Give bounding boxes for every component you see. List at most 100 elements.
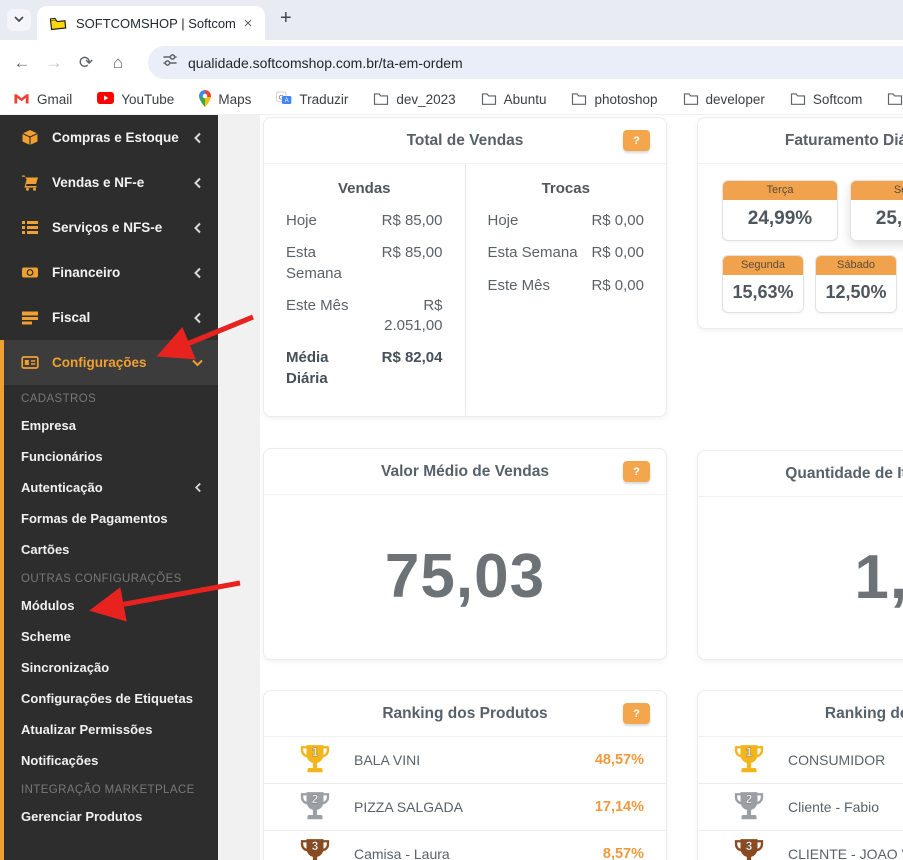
bookmark-folder[interactable]: Abuntu (481, 92, 546, 108)
ranking-name: Cliente - Fabio (788, 799, 880, 815)
sidebar-subitem[interactable]: Empresa (0, 410, 218, 441)
trophy-icon: 1 (300, 745, 330, 773)
ranking-name: CLIENTE - JOAO VITOR (788, 846, 903, 860)
valor-medio-body: 75,03 (264, 495, 666, 658)
ranking-produtos-rows: 1 BALA VINI 48,57% 2 PIZZA SALGADA 17,14… (264, 737, 666, 860)
forward-button[interactable]: → (38, 53, 70, 73)
day-label: Sexta (851, 181, 903, 200)
help-button[interactable]: ? (623, 461, 650, 482)
bookmark-maps[interactable]: Maps (199, 89, 251, 110)
trocas-heading: Trocas (541, 180, 590, 197)
reload-button[interactable]: ⟳ (70, 53, 102, 73)
stat-row: Esta Semana R$ 85,00 (286, 244, 443, 282)
help-button[interactable]: ? (623, 703, 650, 724)
bookmark-translate[interactable]: GA Traduzir (276, 90, 348, 109)
bookmark-gmail[interactable]: Gmail (13, 92, 72, 108)
chevron-left-icon (193, 177, 202, 189)
back-button[interactable]: ← (6, 53, 38, 73)
bookmark-folder[interactable]: Softcom (790, 92, 862, 108)
sidebar-item-configuracoes[interactable]: Configurações (0, 340, 218, 385)
trocas-rows: Hoje R$ 0,00 Esta Semana R$ 0,00 Este Mê… (488, 211, 645, 296)
help-button[interactable]: ? (623, 130, 650, 151)
card-header: Quantidade de Itens por Venda (698, 451, 903, 497)
sidebar-item-vendas-e-nfe[interactable]: Vendas e NF-e (0, 160, 218, 205)
svg-text:3: 3 (746, 840, 753, 853)
sidebar-item-servicos-e-nfse[interactable]: Serviços e NFS-e (0, 205, 218, 250)
chevron-down-icon (13, 13, 25, 28)
translate-icon: GA (276, 90, 292, 109)
sidebar-subitem[interactable]: Sincronização (0, 652, 218, 683)
ranking-row: 1 BALA VINI 48,57% (264, 737, 666, 783)
card-title: Valor Médio de Vendas (381, 462, 549, 480)
valor-medio-value: 75,03 (384, 542, 546, 611)
ranking-percent: 48,57% (594, 752, 644, 768)
new-tab-button[interactable]: + (280, 7, 292, 30)
svg-text:2: 2 (746, 793, 753, 806)
card-faturamento-diario: Faturamento Diário da Semana Terça 24,99… (697, 117, 903, 329)
stat-row: Esta Semana R$ 0,00 (487, 244, 645, 262)
box-icon (21, 129, 39, 146)
bookmark-youtube[interactable]: YouTube (97, 92, 174, 107)
money-icon (21, 264, 39, 281)
chevron-left-icon (193, 222, 202, 234)
svg-text:A: A (285, 98, 289, 104)
bookmark-folder[interactable]: developer (683, 92, 765, 108)
faturamento-body: Terça 24,99% Sexta 25,00% Segunda 15,63% (698, 164, 903, 329)
chevron-left-icon (193, 267, 202, 279)
vendas-heading: Vendas (337, 180, 391, 197)
card-header: Valor Médio de Vendas ? (264, 449, 666, 495)
chevron-down-icon (192, 358, 204, 367)
url-bar[interactable]: qualidade.softcomshop.com.br/ta-em-ordem (148, 46, 903, 79)
bookmarks-bar: Gmail YouTube Maps GA Traduzir dev_2023 … (0, 85, 903, 115)
stat-row: Este Mês R$ 0,00 (487, 276, 645, 294)
card-ranking-dos-produtos: Ranking dos Produtos ? 1 BALA VINI 48,57… (263, 690, 667, 860)
day-tiles-row-2: Segunda 15,63% Sábado 12,50% (722, 255, 903, 313)
day-label: Terça (723, 181, 837, 200)
day-percent: 24,99% (747, 208, 813, 229)
bookmark-folder[interactable]: photoshop (571, 92, 658, 108)
list-icon (21, 219, 39, 236)
folder-icon (373, 92, 389, 108)
chevron-left-icon (194, 482, 202, 493)
sidebar-item-compras-e-estoque[interactable]: Compras e Estoque (0, 115, 218, 160)
card-header: Faturamento Diário da Semana (698, 118, 903, 164)
bookmark-folder[interactable]: dev_2023 (373, 92, 456, 108)
folder-icon (571, 92, 587, 108)
sidebar-subitem[interactable]: Notificações (0, 745, 218, 776)
svg-text:1: 1 (746, 746, 753, 759)
sidebar-item-fiscal[interactable]: Fiscal (0, 295, 218, 340)
browser-tab[interactable]: SOFTCOMSHOP | Softcom Tecn × (37, 6, 265, 40)
youtube-icon (97, 92, 115, 107)
sidebar-subitem[interactable]: Atualizar Permissões (0, 714, 218, 745)
chevron-left-icon (193, 132, 202, 144)
card-title: Total de Vendas (406, 131, 524, 149)
ranking-name: Camisa - Laura (354, 846, 450, 860)
home-button[interactable]: ⌂ (102, 53, 134, 73)
tab-search-button[interactable] (7, 9, 31, 31)
sidebar-subitem[interactable]: Autenticação (0, 472, 218, 503)
card-quantidade-de-itens: Quantidade de Itens por Venda 1,1 (697, 450, 903, 660)
tab-close-button[interactable]: × (239, 15, 257, 32)
card-title: Ranking dos Produtos (382, 704, 548, 722)
svg-text:2: 2 (312, 793, 319, 806)
trocas-column: Trocas Hoje R$ 0,00 Esta Semana R$ 0,00 (466, 164, 667, 415)
sidebar-subitem[interactable]: Cartões (0, 534, 218, 565)
sidebar-subitem[interactable]: Módulos (0, 590, 218, 621)
sidebar-subitem[interactable]: Formas de Pagamentos (0, 503, 218, 534)
card-title: Ranking de Clientes (824, 704, 903, 722)
card-total-de-vendas: Total de Vendas ? Vendas Hoje R$ 85,00 E… (263, 117, 667, 417)
chevron-left-icon (193, 312, 202, 324)
ranking-name: PIZZA SALGADA (354, 799, 463, 815)
ranking-row: 3 Camisa - Laura 8,57% (264, 830, 666, 860)
sidebar-subitem[interactable]: Gerenciar Produtos (0, 801, 218, 832)
bookmark-folder[interactable]: p4m (887, 92, 903, 108)
sidebar-subitem[interactable]: Scheme (0, 621, 218, 652)
bookmark-folders: dev_2023 Abuntu photoshop developer Soft… (373, 92, 903, 108)
card-title: Quantidade de Itens por Venda (785, 464, 903, 482)
quantidade-body: 1,1 (698, 497, 903, 658)
sidebar-subitem[interactable]: Funcionários (0, 441, 218, 472)
sidebar-item-financeiro[interactable]: Financeiro (0, 250, 218, 295)
sidebar-subitem[interactable]: Configurações de Etiquetas (0, 683, 218, 714)
cart-icon (21, 174, 39, 191)
day-percent: 15,63% (732, 282, 794, 302)
